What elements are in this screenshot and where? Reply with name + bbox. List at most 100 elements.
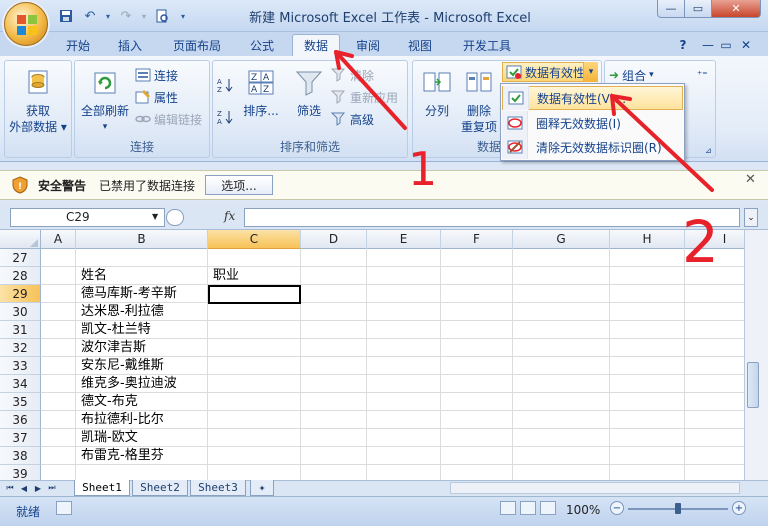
cell-b37[interactable]: 凯瑞-欧文 [81,429,138,447]
zoom-out-icon[interactable]: − [610,501,624,515]
cell-b38[interactable]: 布雷克-格里芬 [81,447,164,465]
menu-item-data-validation[interactable]: 数据有效性(V)... [502,86,683,110]
security-options-button[interactable]: 选项... [205,175,273,195]
row-header-37[interactable]: 37 [0,429,41,447]
group-button[interactable]: ➜ 组合 ▾ [609,65,654,85]
cell-b33[interactable]: 安东尼-戴维斯 [81,357,164,375]
next-sheet-icon[interactable]: ▶ [32,482,44,494]
minimize-button[interactable]: — [657,0,685,18]
row-header-33[interactable]: 33 [0,357,41,375]
page-layout-view-icon[interactable] [520,501,536,515]
clear-filter-button[interactable]: 清除 [331,65,374,85]
formula-input[interactable] [244,208,740,227]
reapply-button[interactable]: 重新应用 [331,87,398,107]
tab-page-layout[interactable]: 页面布局 [164,34,230,56]
row-header-30[interactable]: 30 [0,303,41,321]
remove-duplicates-button[interactable]: 删除 重复项 [457,67,501,135]
get-external-data-button[interactable]: 获取 外部数据 ▾ [5,67,71,135]
insert-function-icon[interactable]: fx [224,209,235,223]
show-detail-icon[interactable]: ⁺⁼ [697,65,708,85]
close-button[interactable]: ✕ [711,0,761,18]
properties-button[interactable]: 属性 [135,87,178,107]
active-cell-c29[interactable] [208,285,301,304]
column-header-g[interactable]: G [513,230,610,249]
dialog-launcher-icon[interactable]: ⊿ [705,145,712,155]
cell-b32[interactable]: 波尔津吉斯 [81,339,146,357]
ribbon-close-icon[interactable]: ✕ [738,34,754,56]
name-box-dropdown-icon[interactable]: ▼ [152,212,158,221]
data-validation-dropdown-icon[interactable]: ▾ [583,62,598,82]
cell-b36[interactable]: 布拉德利-比尔 [81,411,164,429]
sort-button[interactable]: ZAAZ 排序... [239,67,283,119]
row-header-29[interactable]: 29 [0,285,41,303]
security-bar-close-icon[interactable]: ✕ [745,172,756,187]
row-header-28[interactable]: 28 [0,267,41,285]
row-header-34[interactable]: 34 [0,375,41,393]
cell-b35[interactable]: 德文-布克 [81,393,138,411]
column-header-d[interactable]: D [301,230,367,249]
menu-item-clear-circles[interactable]: 清除无效数据标识圈(R) [502,135,683,159]
page-break-view-icon[interactable] [540,501,556,515]
cell-b28[interactable]: 姓名 [81,267,107,285]
row-header-32[interactable]: 32 [0,339,41,357]
row-header-35[interactable]: 35 [0,393,41,411]
customize-qat-icon[interactable]: ▾ [176,7,190,25]
column-header-c[interactable]: C [208,230,301,249]
tab-formulas[interactable]: 公式 [240,34,284,56]
macro-record-icon[interactable] [56,501,72,515]
horizontal-scrollbar[interactable] [450,482,740,494]
column-header-e[interactable]: E [367,230,441,249]
sheet-tab-sheet1[interactable]: Sheet1 [74,480,130,496]
help-icon[interactable]: ? [674,34,692,56]
row-header-39[interactable]: 39 [0,465,41,480]
select-all-corner[interactable] [0,230,41,249]
prev-sheet-icon[interactable]: ◀ [18,482,30,494]
ribbon-minimize-icon[interactable]: — [700,34,716,56]
cell-b29[interactable]: 德马库斯-考辛斯 [81,285,177,303]
edit-links-button[interactable]: 编辑链接 [135,109,202,129]
maximize-button[interactable]: ▭ [684,0,712,18]
column-header-i[interactable]: I [685,230,744,249]
column-header-a[interactable]: A [41,230,76,249]
refresh-all-button[interactable]: 全部刷新 ▾ [77,67,133,135]
connections-button[interactable]: 连接 [135,65,178,85]
tab-data[interactable]: 数据 [292,34,340,56]
zoom-level[interactable]: 100% [566,503,600,517]
sort-desc-button[interactable]: ZA [217,107,235,127]
text-to-columns-button[interactable]: 分列 [417,67,457,119]
vertical-scrollbar[interactable] [744,230,768,480]
name-box[interactable]: C29 [10,208,165,227]
undo-dropdown-icon[interactable]: ▾ [104,7,112,25]
row-header-31[interactable]: 31 [0,321,41,339]
cell-b31[interactable]: 凯文-杜兰特 [81,321,151,339]
column-header-h[interactable]: H [610,230,685,249]
tab-home[interactable]: 开始 [56,34,100,56]
row-header-27[interactable]: 27 [0,249,41,267]
spreadsheet-grid[interactable]: A B C D E F G H I 27 28 29 30 31 32 33 34 35 36 37… [0,230,744,480]
save-icon[interactable] [56,7,76,25]
zoom-in-icon[interactable]: + [732,501,746,515]
redo-dropdown-icon[interactable]: ▾ [140,7,148,25]
first-sheet-icon[interactable]: ⏮ [4,482,16,494]
tab-review[interactable]: 审阅 [346,34,390,56]
cell-c28[interactable]: 职业 [213,267,239,285]
advanced-filter-button[interactable]: 高级 [331,109,374,129]
cell-b34[interactable]: 维克多-奥拉迪波 [81,375,177,393]
print-preview-icon[interactable] [152,7,172,25]
insert-sheet-icon[interactable]: ✦ [250,480,274,496]
tab-view[interactable]: 视图 [398,34,442,56]
column-header-b[interactable]: B [76,230,208,249]
formula-bar-resize-icon[interactable] [166,209,184,226]
ribbon-restore-icon[interactable]: ▭ [718,34,734,56]
vertical-scroll-thumb[interactable] [747,362,759,408]
row-header-38[interactable]: 38 [0,447,41,465]
tab-developer[interactable]: 开发工具 [452,34,522,56]
row-header-36[interactable]: 36 [0,411,41,429]
undo-icon[interactable]: ↶ [80,7,100,25]
menu-item-circle-invalid[interactable]: 圈释无效数据(I) [502,111,683,135]
last-sheet-icon[interactable]: ⏭ [46,482,58,494]
zoom-slider-knob[interactable] [675,503,681,514]
office-button[interactable] [4,2,48,46]
cell-b30[interactable]: 达米恩-利拉德 [81,303,164,321]
column-header-f[interactable]: F [441,230,513,249]
